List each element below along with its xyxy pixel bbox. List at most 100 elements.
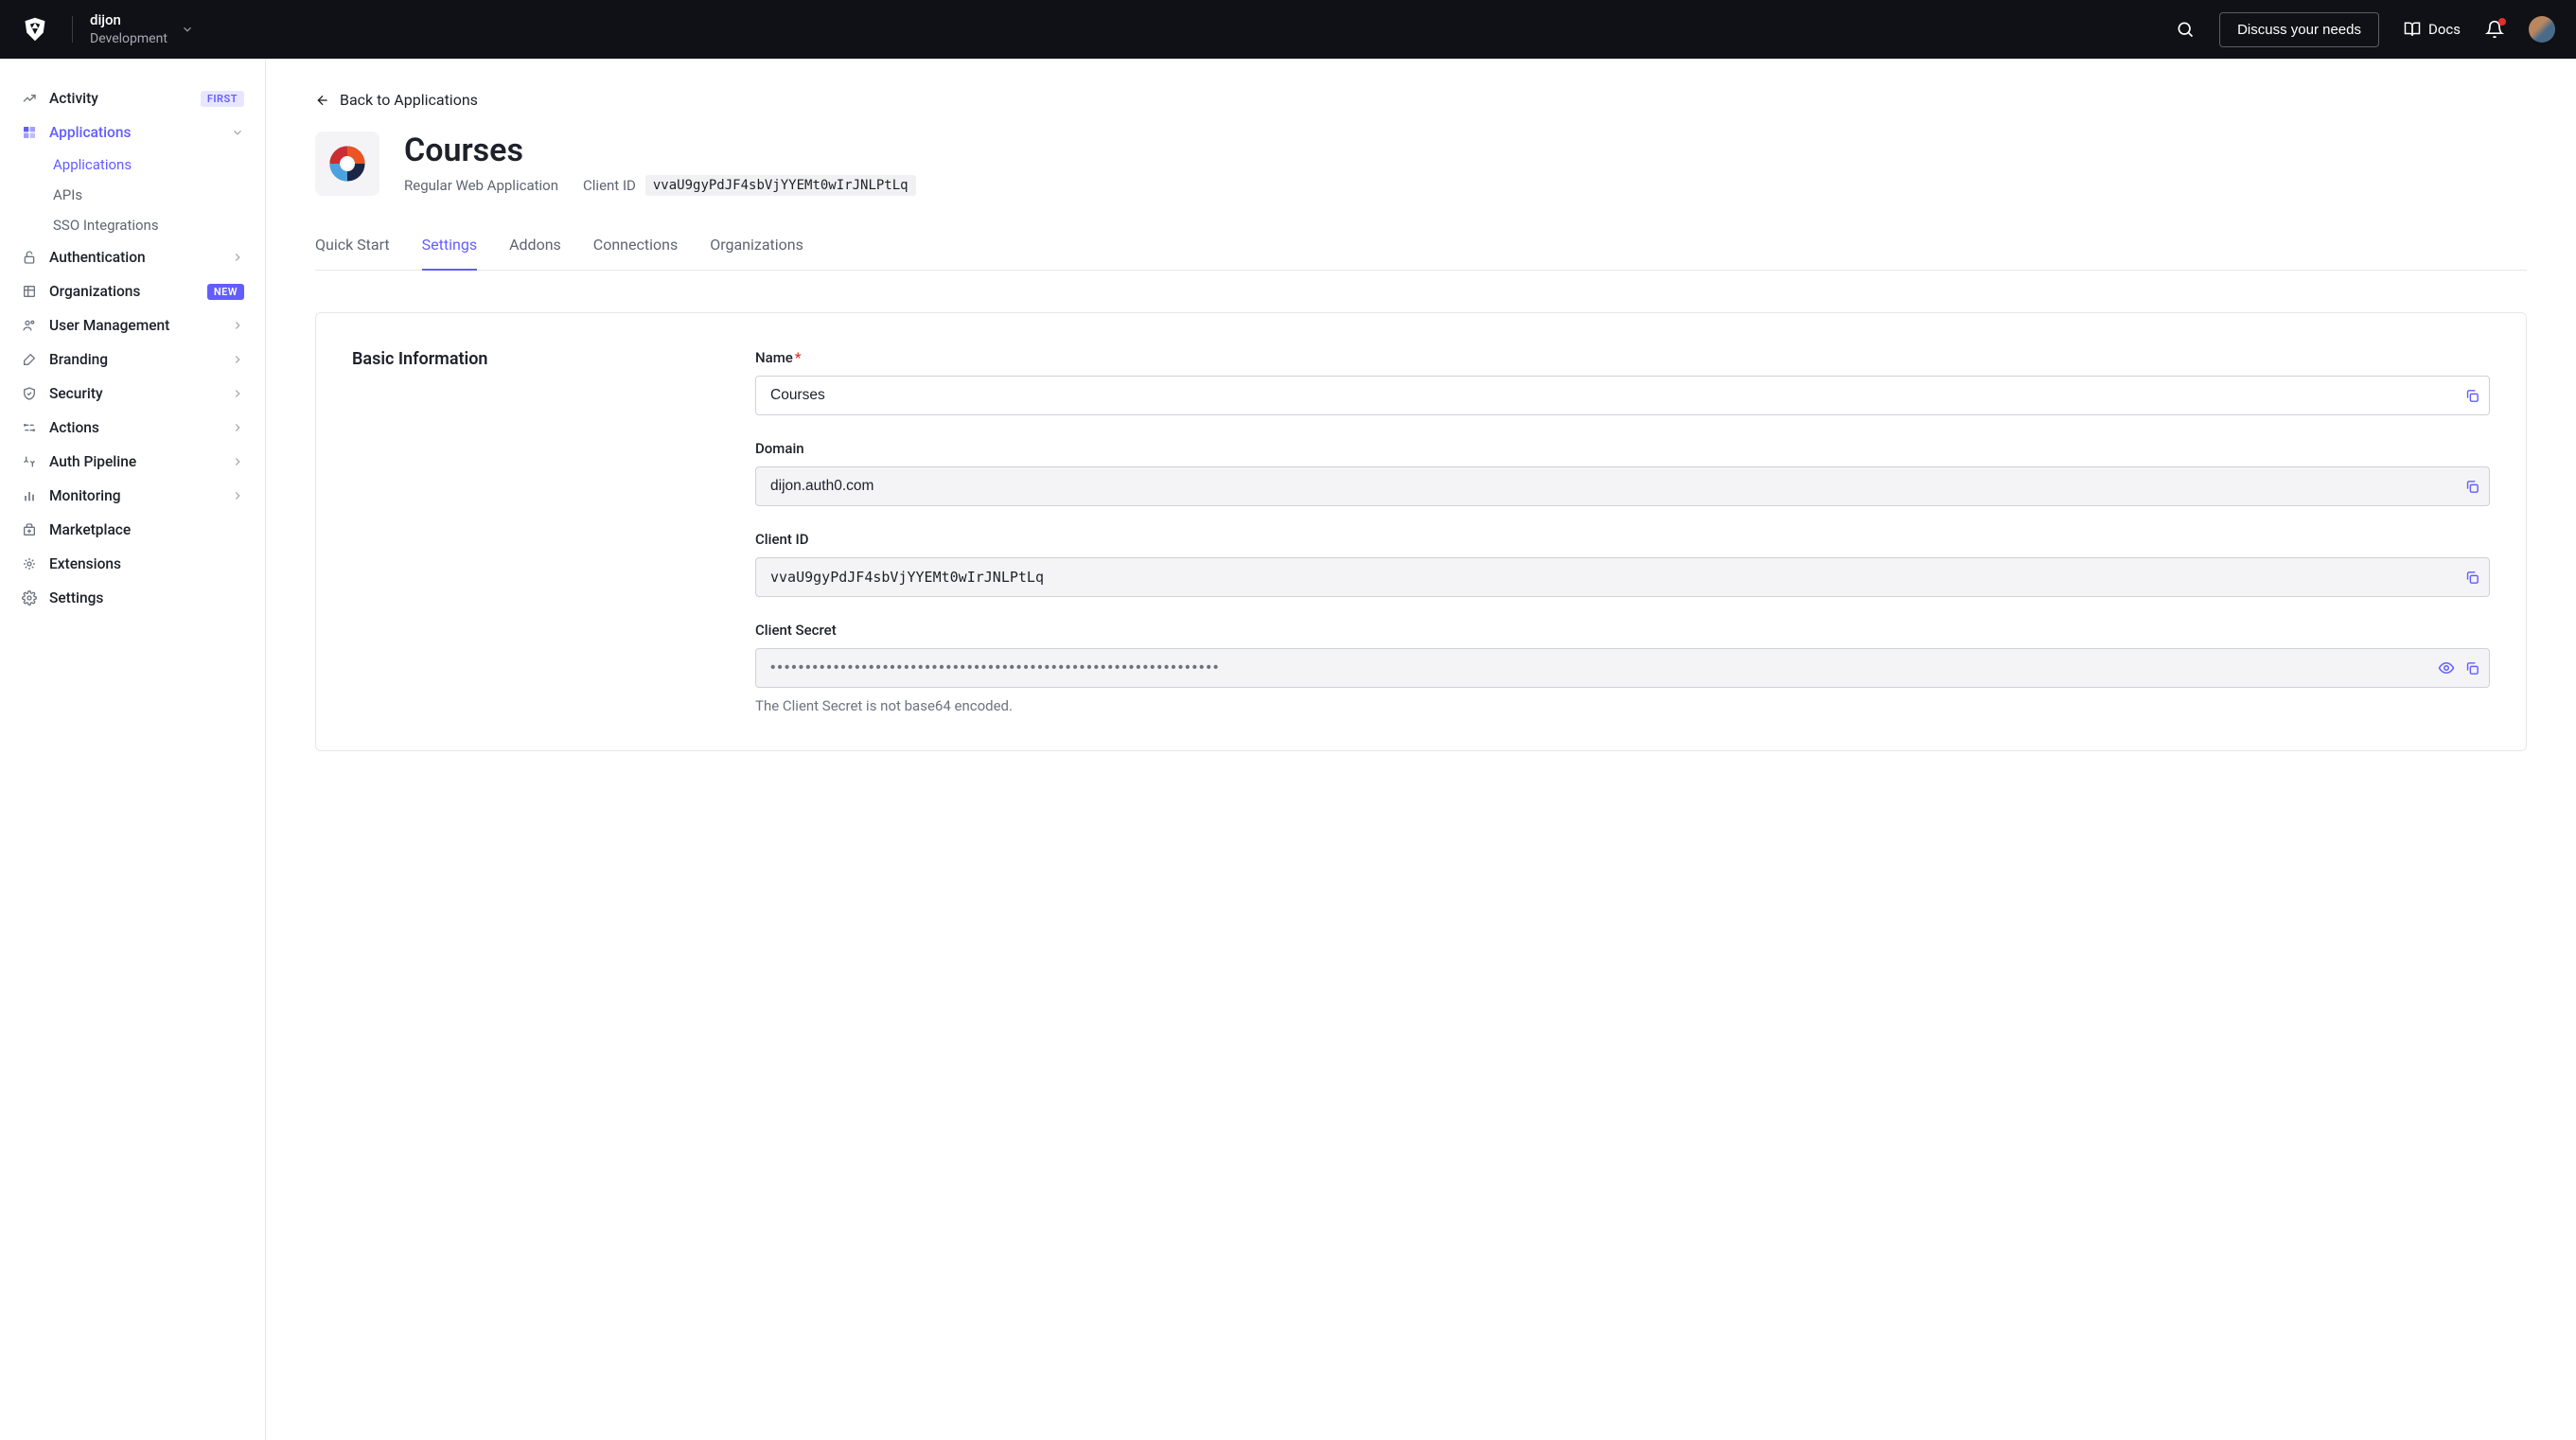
gear-icon xyxy=(21,589,38,606)
sidebar-subitem-sso[interactable]: SSO Integrations xyxy=(0,210,265,240)
notification-dot xyxy=(2498,18,2506,26)
client-id-label: Client ID xyxy=(583,177,636,194)
sidebar: Activity FIRST Applications Applications… xyxy=(0,59,266,1440)
copy-client-secret-button[interactable] xyxy=(2464,659,2480,676)
monitoring-icon xyxy=(21,487,38,504)
sidebar-subitem-apis[interactable]: APIs xyxy=(0,180,265,210)
actions-icon xyxy=(21,419,38,436)
copy-client-id-button[interactable] xyxy=(2464,570,2480,586)
chevron-right-icon xyxy=(231,353,244,366)
pipeline-icon xyxy=(21,453,38,470)
app-type-label: Regular Web Application xyxy=(404,177,558,194)
eye-icon xyxy=(2438,659,2455,676)
client-id-value[interactable]: vvaU9gyPdJF4sbVjYYEMt0wIrJNLPtLq xyxy=(645,175,916,196)
brush-icon xyxy=(21,351,38,368)
badge-first: FIRST xyxy=(201,91,244,107)
sidebar-label: Applications xyxy=(49,124,220,141)
sidebar-label: Marketplace xyxy=(49,521,244,538)
sidebar-item-monitoring[interactable]: Monitoring xyxy=(0,479,265,513)
field-domain: Domain xyxy=(755,440,2490,506)
sidebar-label: Actions xyxy=(49,419,220,436)
tenant-switcher[interactable]: dijon Development xyxy=(90,11,194,47)
sidebar-label: Organizations xyxy=(49,283,196,300)
chevron-right-icon xyxy=(231,489,244,502)
page-header: Courses Regular Web Application Client I… xyxy=(315,132,2527,196)
tab-addons[interactable]: Addons xyxy=(509,236,561,271)
section-title: Basic Information xyxy=(352,349,721,369)
reveal-secret-button[interactable] xyxy=(2438,659,2455,676)
sidebar-item-organizations[interactable]: Organizations NEW xyxy=(0,274,265,308)
docs-link[interactable]: Docs xyxy=(2404,21,2461,38)
sidebar-subitem-applications[interactable]: Applications xyxy=(0,149,265,180)
copy-icon xyxy=(2464,570,2480,586)
chevron-down-icon xyxy=(231,126,244,139)
activity-icon xyxy=(21,90,38,107)
extensions-icon xyxy=(21,555,38,572)
sidebar-item-marketplace[interactable]: Marketplace xyxy=(0,513,265,547)
book-icon xyxy=(2404,21,2421,38)
top-header: dijon Development Discuss your needs Doc… xyxy=(0,0,2576,59)
user-avatar[interactable] xyxy=(2529,16,2555,43)
sidebar-item-authentication[interactable]: Authentication xyxy=(0,240,265,274)
copy-icon xyxy=(2464,660,2480,676)
client-id-field-label: Client ID xyxy=(755,531,2490,548)
search-button[interactable] xyxy=(2176,20,2195,39)
sidebar-item-settings[interactable]: Settings xyxy=(0,581,265,615)
marketplace-icon xyxy=(21,521,38,538)
client-secret-label: Client Secret xyxy=(755,622,2490,639)
sidebar-item-branding[interactable]: Branding xyxy=(0,342,265,377)
search-icon xyxy=(2176,20,2195,39)
tab-organizations[interactable]: Organizations xyxy=(710,236,803,271)
header-divider xyxy=(72,16,73,43)
name-input[interactable] xyxy=(755,376,2490,415)
app-logo-icon xyxy=(329,146,365,182)
shield-icon xyxy=(21,385,38,402)
tenant-env: Development xyxy=(90,30,168,47)
sidebar-label: Monitoring xyxy=(49,487,220,504)
sidebar-item-actions[interactable]: Actions xyxy=(0,411,265,445)
copy-name-button[interactable] xyxy=(2464,388,2480,404)
lock-icon xyxy=(21,249,38,266)
tabs: Quick Start Settings Addons Connections … xyxy=(315,236,2527,271)
copy-domain-button[interactable] xyxy=(2464,479,2480,495)
sidebar-item-activity[interactable]: Activity FIRST xyxy=(0,81,265,115)
sidebar-label: Security xyxy=(49,385,220,402)
auth0-logo-icon xyxy=(22,16,48,43)
arrow-left-icon xyxy=(315,93,330,108)
name-label: Name* xyxy=(755,349,2490,366)
client-secret-input[interactable] xyxy=(755,648,2490,688)
domain-input[interactable] xyxy=(755,466,2490,506)
sidebar-label: Extensions xyxy=(49,555,244,572)
logo[interactable] xyxy=(21,15,49,44)
client-secret-hint: The Client Secret is not base64 encoded. xyxy=(755,697,2490,714)
sidebar-item-extensions[interactable]: Extensions xyxy=(0,547,265,581)
notifications-button[interactable] xyxy=(2485,20,2504,39)
sidebar-item-auth-pipeline[interactable]: Auth Pipeline xyxy=(0,445,265,479)
chevron-right-icon xyxy=(231,387,244,400)
applications-icon xyxy=(21,124,38,141)
chevron-right-icon xyxy=(231,319,244,332)
tenant-name: dijon xyxy=(90,11,168,30)
client-id-input[interactable] xyxy=(755,557,2490,597)
chevron-right-icon xyxy=(231,455,244,468)
tab-settings[interactable]: Settings xyxy=(422,236,477,271)
chevron-right-icon xyxy=(231,421,244,434)
sidebar-item-security[interactable]: Security xyxy=(0,377,265,411)
sidebar-item-user-management[interactable]: User Management xyxy=(0,308,265,342)
sidebar-label: Activity xyxy=(49,90,189,107)
tab-quick-start[interactable]: Quick Start xyxy=(315,236,390,271)
badge-new: NEW xyxy=(207,284,244,300)
back-link[interactable]: Back to Applications xyxy=(315,91,2527,109)
page-title: Courses xyxy=(404,132,916,169)
sidebar-label: Branding xyxy=(49,351,220,368)
chevron-right-icon xyxy=(231,251,244,264)
chevron-down-icon xyxy=(181,23,194,36)
tab-connections[interactable]: Connections xyxy=(593,236,678,271)
field-client-secret: Client Secret xyxy=(755,622,2490,714)
sidebar-label: Authentication xyxy=(49,249,220,266)
discuss-needs-button[interactable]: Discuss your needs xyxy=(2219,12,2379,47)
copy-icon xyxy=(2464,479,2480,495)
copy-icon xyxy=(2464,388,2480,404)
sidebar-item-applications[interactable]: Applications xyxy=(0,115,265,149)
organizations-icon xyxy=(21,283,38,300)
